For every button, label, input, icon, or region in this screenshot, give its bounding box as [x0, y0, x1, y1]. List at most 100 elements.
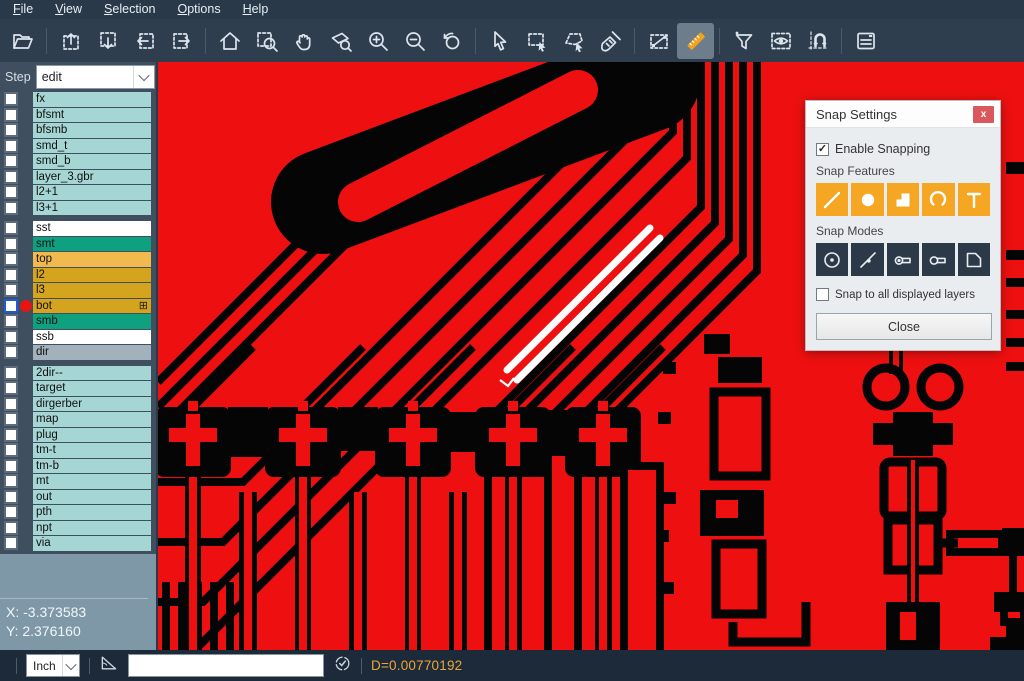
layer-name-bar[interactable]: map — [33, 412, 151, 427]
layer-visibility-checkbox[interactable] — [4, 459, 18, 473]
layer-row-out[interactable]: out — [0, 490, 156, 505]
layer-visibility-checkbox[interactable] — [4, 428, 18, 442]
tool-pan-left-button[interactable] — [126, 23, 163, 59]
snap-circle-button[interactable] — [851, 183, 883, 216]
layer-row-plug[interactable]: plug — [0, 428, 156, 443]
tool-view-options-button[interactable] — [762, 23, 799, 59]
layer-name-bar[interactable]: l3 — [33, 283, 151, 298]
layer-name-bar[interactable]: l2 — [33, 268, 151, 283]
layer-name-bar[interactable]: mt — [33, 474, 151, 489]
layer-row-l2+1[interactable]: l2+1 — [0, 185, 156, 200]
menu-view[interactable]: View — [44, 0, 93, 19]
tool-zoom-previous-button[interactable] — [433, 23, 470, 59]
layer-name-bar[interactable]: layer_3.gbr — [33, 170, 151, 185]
layer-visibility-checkbox[interactable] — [4, 268, 18, 282]
layer-row-dirgerber[interactable]: dirgerber — [0, 397, 156, 412]
layer-row-bfsmb[interactable]: bfsmb — [0, 123, 156, 138]
tool-pan-down-button[interactable] — [89, 23, 126, 59]
layer-name-bar[interactable]: plug — [33, 428, 151, 443]
close-button[interactable]: Close — [816, 313, 992, 340]
layer-name-bar[interactable]: npt — [33, 521, 151, 536]
layer-row-npt[interactable]: npt — [0, 521, 156, 536]
tool-measure-line-button[interactable] — [640, 23, 677, 59]
layer-name-bar[interactable]: 2dir-- — [33, 366, 151, 381]
sync-check-icon[interactable] — [333, 654, 352, 678]
snap-arc-button[interactable] — [922, 183, 954, 216]
menu-file[interactable]: File — [2, 0, 44, 19]
snap-surface-button[interactable] — [887, 183, 919, 216]
layer-row-dir[interactable]: dir — [0, 345, 156, 360]
snap-text-button[interactable] — [958, 183, 990, 216]
layer-visibility-checkbox[interactable] — [4, 345, 18, 359]
layer-name-bar[interactable]: sst — [33, 221, 151, 236]
layer-row-tm-t[interactable]: tm-t — [0, 443, 156, 458]
layer-name-bar[interactable]: bot⊞ — [33, 299, 151, 314]
layer-visibility-checkbox[interactable] — [4, 92, 18, 106]
layer-visibility-checkbox[interactable] — [4, 201, 18, 215]
tool-open-file-button[interactable] — [4, 23, 41, 59]
layer-row-top[interactable]: top — [0, 252, 156, 267]
layer-name-bar[interactable]: tm-t — [33, 443, 151, 458]
layer-name-bar[interactable]: top — [33, 252, 151, 267]
tool-zoom-out-button[interactable] — [396, 23, 433, 59]
layer-row-l2[interactable]: l2 — [0, 268, 156, 283]
snap-pad-outline-button[interactable] — [922, 243, 954, 276]
layer-name-bar[interactable]: dirgerber — [33, 397, 151, 412]
layer-visibility-checkbox[interactable] — [4, 330, 18, 344]
layer-row-map[interactable]: map — [0, 412, 156, 427]
step-select[interactable]: edit — [36, 65, 155, 89]
menu-selection[interactable]: Selection — [93, 0, 166, 19]
layer-row-l3[interactable]: l3 — [0, 283, 156, 298]
layer-row-fx[interactable]: fx — [0, 92, 156, 107]
layer-visibility-checkbox[interactable] — [4, 283, 18, 297]
layer-name-bar[interactable]: smd_t — [33, 139, 151, 154]
unit-select[interactable]: Inch — [26, 654, 80, 677]
layer-visibility-checkbox[interactable] — [4, 536, 18, 550]
snap-pad-filled-button[interactable] — [887, 243, 919, 276]
layer-visibility-checkbox[interactable] — [4, 505, 18, 519]
layer-row-smb[interactable]: smb — [0, 314, 156, 329]
layer-visibility-checkbox[interactable] — [4, 252, 18, 266]
layer-row-pth[interactable]: pth — [0, 505, 156, 520]
command-input[interactable] — [128, 654, 324, 677]
layer-visibility-checkbox[interactable] — [4, 154, 18, 168]
layer-visibility-checkbox[interactable] — [4, 108, 18, 122]
layer-name-bar[interactable]: dir — [33, 345, 151, 360]
tool-select-polygon-button[interactable] — [555, 23, 592, 59]
layer-row-l3+1[interactable]: l3+1 — [0, 201, 156, 216]
tool-home-view-button[interactable] — [211, 23, 248, 59]
layer-name-bar[interactable]: l2+1 — [33, 185, 151, 200]
layer-attributes-grid-icon[interactable]: ⊞ — [139, 301, 148, 311]
tool-select-rectangle-button[interactable] — [518, 23, 555, 59]
layer-row-bfsmt[interactable]: bfsmt — [0, 108, 156, 123]
snap-midpoint-button[interactable] — [851, 243, 883, 276]
layer-row-smd_b[interactable]: smd_b — [0, 154, 156, 169]
tool-pan-up-button[interactable] — [52, 23, 89, 59]
tool-zoom-in-button[interactable] — [359, 23, 396, 59]
layer-name-bar[interactable]: smb — [33, 314, 151, 329]
layer-name-bar[interactable]: target — [33, 381, 151, 396]
tool-select-brush-button[interactable] — [592, 23, 629, 59]
layer-row-2dir--[interactable]: 2dir-- — [0, 366, 156, 381]
snap-all-layers-checkbox[interactable] — [816, 288, 829, 301]
menu-options[interactable]: Options — [166, 0, 231, 19]
layer-visibility-checkbox[interactable] — [4, 381, 18, 395]
layer-visibility-checkbox[interactable] — [4, 123, 18, 137]
layer-name-bar[interactable]: tm-b — [33, 459, 151, 474]
layer-name-bar[interactable]: bfsmt — [33, 108, 151, 123]
angle-measure-icon[interactable] — [99, 653, 119, 678]
layer-name-bar[interactable]: smd_b — [33, 154, 151, 169]
layer-name-bar[interactable]: via — [33, 536, 151, 551]
layer-name-bar[interactable]: smt — [33, 237, 151, 252]
close-icon[interactable]: x — [973, 106, 994, 123]
layer-visibility-checkbox[interactable] — [4, 474, 18, 488]
layer-visibility-checkbox[interactable] — [4, 299, 18, 313]
layer-row-tm-b[interactable]: tm-b — [0, 459, 156, 474]
layer-visibility-checkbox[interactable] — [4, 490, 18, 504]
snap-all-layers-row[interactable]: Snap to all displayed layers — [816, 288, 990, 301]
layer-row-ssb[interactable]: ssb — [0, 330, 156, 345]
snap-line-button[interactable] — [816, 183, 848, 216]
layer-visibility-checkbox[interactable] — [4, 237, 18, 251]
layer-row-mt[interactable]: mt — [0, 474, 156, 489]
tool-select-cursor-button[interactable] — [481, 23, 518, 59]
